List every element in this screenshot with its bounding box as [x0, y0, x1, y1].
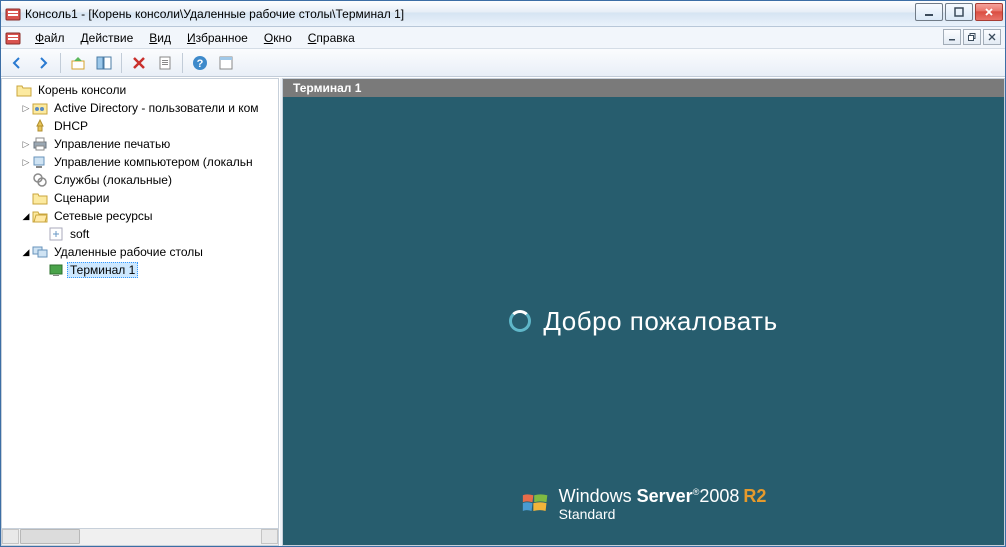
tree-item-root[interactable]: ▷ Корень консоли: [4, 81, 278, 99]
window-title: Консоль1 - [Корень консоли\Удаленные раб…: [25, 7, 404, 21]
toolbar-separator: [60, 53, 61, 73]
menu-action[interactable]: Действие: [73, 29, 142, 47]
brand-edition: Standard: [559, 507, 767, 521]
tree-label: Active Directory - пользователи и ком: [51, 101, 262, 115]
scroll-thumb[interactable]: [20, 529, 80, 544]
delete-button[interactable]: [127, 52, 151, 74]
expand-icon[interactable]: ▷: [20, 157, 32, 168]
tree-item-terminal1[interactable]: ▷ Терминал 1: [36, 261, 278, 279]
share-icon: [48, 226, 64, 242]
windows-server-logo: Windows Server®2008R2 Standard: [521, 487, 767, 521]
help-button[interactable]: ?: [188, 52, 212, 74]
tree-label: Управление компьютером (локальн: [51, 155, 256, 169]
tree-label: Сетевые ресурсы: [51, 209, 156, 223]
rdp-session[interactable]: Добро пожаловать Windows Server®2008R2 S…: [283, 97, 1004, 545]
welcome-message: Добро пожаловать: [509, 306, 777, 337]
props-button[interactable]: [214, 52, 238, 74]
tree-label: Службы (локальные): [51, 173, 175, 187]
printer-icon: [32, 136, 48, 152]
mdi-minimize-button[interactable]: [943, 29, 961, 45]
menubar: Файл Действие Вид Избранное Окно Справка: [1, 27, 1005, 49]
expand-icon[interactable]: ▷: [20, 139, 32, 150]
scroll-right-arrow[interactable]: [261, 529, 278, 544]
tree-pane: ▷ Корень консоли ▷ Active Directory - по…: [1, 78, 279, 546]
compmgmt-icon: [32, 154, 48, 170]
tree-label: Управление печатью: [51, 137, 173, 151]
close-button[interactable]: [975, 3, 1003, 21]
menu-favorites-label: збранное: [196, 31, 248, 45]
folder-open-icon: [32, 208, 48, 224]
collapse-icon[interactable]: ◢: [20, 247, 32, 258]
expand-icon[interactable]: ▷: [20, 103, 32, 114]
minimize-button[interactable]: [915, 3, 943, 21]
toolbar-separator: [182, 53, 183, 73]
menu-favorites[interactable]: Избранное: [179, 29, 256, 47]
tree-label: Терминал 1: [67, 262, 138, 278]
rdp-group-icon: [32, 244, 48, 260]
tree-hscrollbar[interactable]: [1, 529, 279, 546]
tree-item-compmgmt[interactable]: ▷ Управление компьютером (локальн: [20, 153, 278, 171]
tree-item-network[interactable]: ◢ Сетевые ресурсы: [20, 207, 278, 225]
dhcp-icon: [32, 118, 48, 134]
app-window: Консоль1 - [Корень консоли\Удаленные раб…: [0, 0, 1006, 547]
menu-window[interactable]: Окно: [256, 29, 300, 47]
content-pane: Терминал 1 Добро пожаловать Windo: [283, 78, 1005, 546]
svg-text:?: ?: [197, 58, 204, 70]
tree[interactable]: ▷ Корень консоли ▷ Active Directory - по…: [1, 78, 279, 529]
toolbar: ?: [1, 49, 1005, 77]
export-button[interactable]: [153, 52, 177, 74]
tree-label: Удаленные рабочие столы: [51, 245, 206, 259]
tree-label: DHCP: [51, 119, 91, 133]
tree-item-print[interactable]: ▷ Управление печатью: [20, 135, 278, 153]
content-header: Терминал 1: [283, 79, 1004, 97]
services-icon: [32, 172, 48, 188]
back-button[interactable]: [5, 52, 29, 74]
up-button[interactable]: [66, 52, 90, 74]
tree-item-dhcp[interactable]: ▷ DHCP: [20, 117, 278, 135]
ad-icon: [32, 100, 48, 116]
toolbar-separator: [121, 53, 122, 73]
menu-help[interactable]: Справка: [300, 29, 363, 47]
folder-console-icon: [16, 82, 32, 98]
windows-flag-icon: [521, 490, 549, 518]
mdi-restore-button[interactable]: [963, 29, 981, 45]
tree-item-soft[interactable]: ▷ soft: [36, 225, 278, 243]
tree-item-ad[interactable]: ▷ Active Directory - пользователи и ком: [20, 99, 278, 117]
menu-view[interactable]: Вид: [141, 29, 179, 47]
tree-item-services[interactable]: ▷ Службы (локальные): [20, 171, 278, 189]
rdp-terminal-icon: [48, 262, 64, 278]
scroll-left-arrow[interactable]: [2, 529, 19, 544]
mdi-close-button[interactable]: [983, 29, 1001, 45]
menu-action-label: ействие: [89, 31, 134, 45]
showhide-button[interactable]: [92, 52, 116, 74]
titlebar: Консоль1 - [Корень консоли\Удаленные раб…: [1, 1, 1005, 27]
tree-item-rdp[interactable]: ◢ Удаленные рабочие столы: [20, 243, 278, 261]
forward-button[interactable]: [31, 52, 55, 74]
menu-view-label: ид: [157, 31, 171, 45]
tree-item-scenarios[interactable]: ▷ Сценарии: [20, 189, 278, 207]
maximize-button[interactable]: [945, 3, 973, 21]
brand-line1: Windows Server®2008R2: [559, 487, 767, 505]
tree-label: Корень консоли: [35, 83, 129, 97]
collapse-icon[interactable]: ◢: [20, 211, 32, 222]
doc-icon: [5, 30, 21, 46]
menu-window-label: кно: [273, 31, 292, 45]
folder-icon: [32, 190, 48, 206]
spinner-icon: [509, 310, 531, 332]
app-icon: [5, 6, 21, 22]
welcome-text: Добро пожаловать: [543, 306, 777, 337]
tree-label: soft: [67, 227, 92, 241]
menu-help-label: правка: [316, 31, 354, 45]
menu-file[interactable]: Файл: [27, 29, 73, 47]
tree-label: Сценарии: [51, 191, 112, 205]
menu-file-label: айл: [44, 31, 64, 45]
